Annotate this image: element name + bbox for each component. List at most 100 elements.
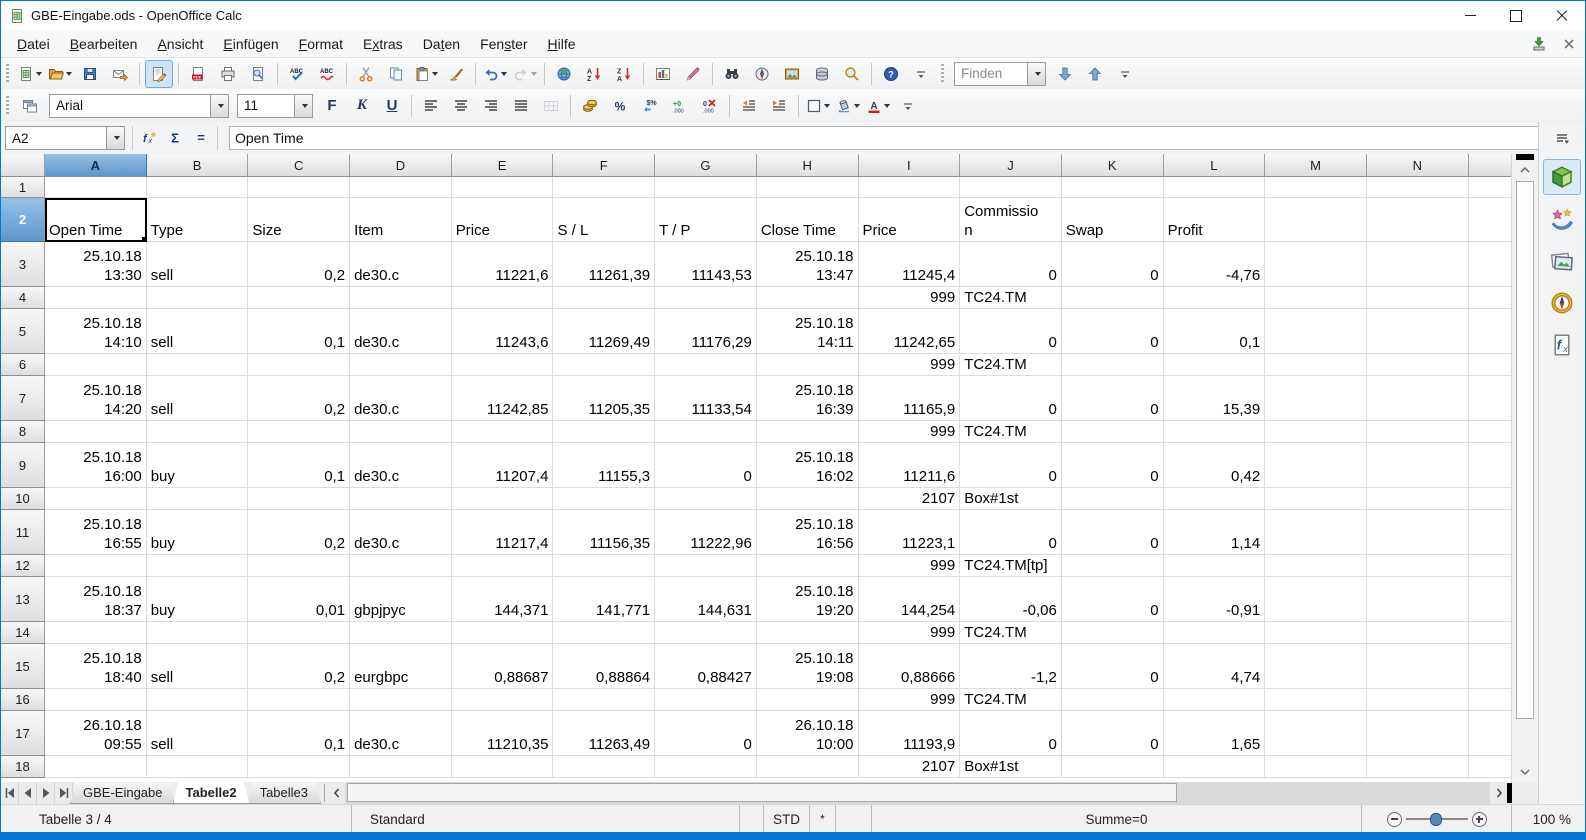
cell-f9[interactable]: 11155,3 [553, 443, 655, 488]
toolbar-drag-handle[interactable] [6, 64, 9, 84]
column-header-j[interactable]: J [960, 154, 1062, 177]
cell-n18[interactable] [1367, 756, 1469, 778]
cell-n9[interactable] [1367, 443, 1469, 488]
row-header-10[interactable]: 10 [1, 488, 45, 510]
cell-m10[interactable] [1265, 488, 1367, 510]
cell-d16[interactable] [350, 689, 452, 711]
cell-d6[interactable] [350, 354, 452, 376]
scroll-up-button[interactable] [1516, 161, 1534, 178]
zoom-out-button[interactable] [1387, 812, 1402, 827]
cell-e7[interactable]: 11242,85 [452, 376, 554, 421]
toolbar-overflow-button[interactable] [907, 60, 935, 88]
cell-i12[interactable]: 999 [859, 555, 961, 577]
cell-c1[interactable] [248, 177, 350, 198]
cell-m15[interactable] [1265, 644, 1367, 689]
cell-j8[interactable]: TC24.TM [960, 421, 1062, 443]
cell-i17[interactable]: 11193,9 [859, 711, 961, 756]
cell-k16[interactable] [1062, 689, 1164, 711]
column-header-f[interactable]: F [553, 154, 655, 177]
cell-g12[interactable] [655, 555, 757, 577]
cell-i18[interactable]: 2107 [859, 756, 961, 778]
cell-i8[interactable]: 999 [859, 421, 961, 443]
horizontal-scrollbar[interactable] [345, 782, 1490, 804]
cell-k1[interactable] [1062, 177, 1164, 198]
page-preview-button[interactable] [244, 60, 272, 88]
cell-n7[interactable] [1367, 376, 1469, 421]
cell-b1[interactable] [147, 177, 249, 198]
cell-k9[interactable]: 0 [1062, 443, 1164, 488]
cell-l7[interactable]: 15,39 [1164, 376, 1266, 421]
paste-button[interactable] [412, 60, 440, 88]
increase-indent-button[interactable] [765, 92, 793, 120]
row-header-17[interactable]: 17 [1, 711, 45, 756]
toolbar-drag-handle[interactable] [6, 96, 9, 116]
cell-f6[interactable] [553, 354, 655, 376]
sum-indicator[interactable]: Summe=0 [871, 805, 1361, 833]
cell-c14[interactable] [248, 622, 350, 644]
column-header-i[interactable]: I [859, 154, 961, 177]
cell-l15[interactable]: 4,74 [1164, 644, 1266, 689]
cell-h10[interactable] [757, 488, 859, 510]
cell-n15[interactable] [1367, 644, 1469, 689]
cell-m18[interactable] [1265, 756, 1367, 778]
cell-j7[interactable]: 0 [960, 376, 1062, 421]
cell-d1[interactable] [350, 177, 452, 198]
cell-n12[interactable] [1367, 555, 1469, 577]
cell-m11[interactable] [1265, 510, 1367, 555]
row-header-2[interactable]: 2 [1, 198, 45, 242]
row-header-1[interactable]: 1 [1, 177, 45, 198]
formula-input-line[interactable]: Open Time [229, 126, 1538, 150]
cell-e9[interactable]: 11207,4 [452, 443, 554, 488]
sheet-nav-next-button[interactable] [37, 782, 55, 804]
menu-item-ansicht[interactable]: Ansicht [147, 32, 213, 56]
cell-l11[interactable]: 1,14 [1164, 510, 1266, 555]
row-header-8[interactable]: 8 [1, 421, 45, 443]
cell-f13[interactable]: 141,771 [553, 577, 655, 622]
sheet-nav-prev-button[interactable] [19, 782, 37, 804]
align-center-button[interactable] [447, 92, 475, 120]
redo-button[interactable] [511, 60, 539, 88]
cell-i7[interactable]: 11165,9 [859, 376, 961, 421]
sidebar-tab-styles[interactable] [1543, 201, 1581, 237]
cell-c16[interactable] [248, 689, 350, 711]
font-name-dropdown[interactable] [210, 95, 228, 117]
cell-h16[interactable] [757, 689, 859, 711]
cell-j1[interactable] [960, 177, 1062, 198]
name-box[interactable]: A2 [5, 126, 125, 150]
zoom-level[interactable]: 100 % [1511, 805, 1585, 833]
cell-h2[interactable]: Close Time [757, 198, 859, 242]
new-document-button[interactable] [16, 60, 44, 88]
cell-n8[interactable] [1367, 421, 1469, 443]
cell-b16[interactable] [147, 689, 249, 711]
cell-c6[interactable] [248, 354, 350, 376]
sum-button[interactable]: Σ [162, 126, 188, 150]
cell-d15[interactable]: eurgbpc [350, 644, 452, 689]
cell-n10[interactable] [1367, 488, 1469, 510]
cut-button[interactable] [352, 60, 380, 88]
cell-g11[interactable]: 11222,96 [655, 510, 757, 555]
cell-j15[interactable]: -1,2 [960, 644, 1062, 689]
underline-button[interactable]: U [378, 92, 406, 120]
zoom-slider-track[interactable] [1406, 818, 1468, 821]
column-header-e[interactable]: E [452, 154, 554, 177]
cell-f12[interactable] [553, 555, 655, 577]
sidebar-tab-functions[interactable]: fx [1543, 327, 1581, 363]
italic-button[interactable]: K [348, 92, 376, 120]
cell-n5[interactable] [1367, 309, 1469, 354]
close-button[interactable] [1539, 1, 1585, 30]
cell-a18[interactable] [45, 756, 147, 778]
column-header-m[interactable]: M [1265, 154, 1367, 177]
cell-b13[interactable]: buy [147, 577, 249, 622]
cell-g4[interactable] [655, 287, 757, 309]
cell-i1[interactable] [859, 177, 961, 198]
cell-n2[interactable] [1367, 198, 1469, 242]
split-handle[interactable] [1516, 154, 1534, 160]
cell-g1[interactable] [655, 177, 757, 198]
cell-f8[interactable] [553, 421, 655, 443]
cell-b7[interactable]: sell [147, 376, 249, 421]
cell-b4[interactable] [147, 287, 249, 309]
cell-e5[interactable]: 11243,6 [452, 309, 554, 354]
cell-k18[interactable] [1062, 756, 1164, 778]
cell-h4[interactable] [757, 287, 859, 309]
row-header-13[interactable]: 13 [1, 577, 45, 622]
